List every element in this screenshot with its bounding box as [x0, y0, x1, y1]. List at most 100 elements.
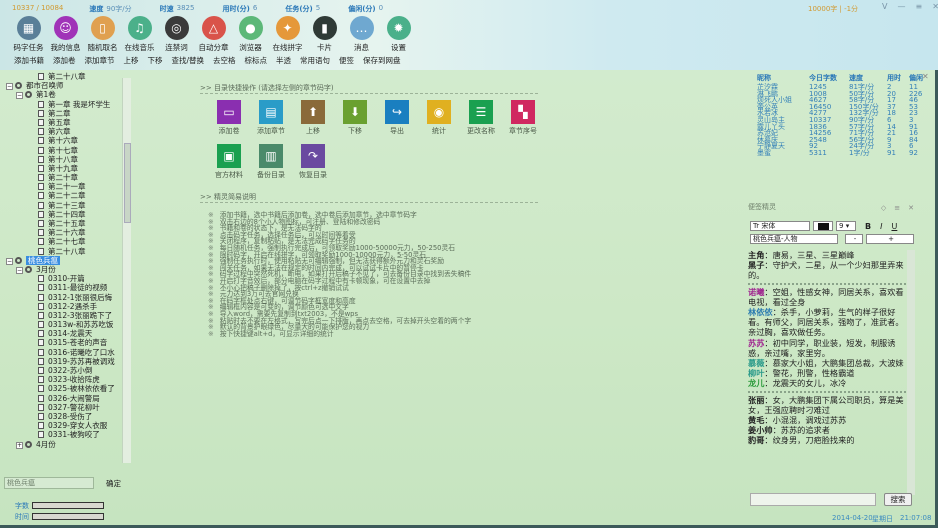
- icon-button-8[interactable]: ✦ 在线拼字: [269, 16, 306, 53]
- expand-toggle-icon[interactable]: −: [6, 257, 13, 265]
- tree-node[interactable]: 0310-开篇: [0, 274, 133, 283]
- menu-icon[interactable]: ≡: [915, 2, 922, 11]
- tree-node[interactable]: − 桃色兵瘟: [0, 255, 133, 265]
- toolbar-button[interactable]: 便签: [339, 55, 354, 66]
- tree-node[interactable]: 第二十八章: [0, 247, 133, 256]
- tree-node[interactable]: 第二章: [0, 109, 133, 118]
- quick-arrow-up[interactable]: ⬆ 上移: [292, 100, 334, 136]
- quick-folder[interactable]: ▭ 添加卷: [208, 100, 250, 136]
- tree-node[interactable]: 第二十四章: [0, 210, 133, 219]
- quick-arrow-down[interactable]: ⬇ 下移: [334, 100, 376, 136]
- tree-node[interactable]: 0331-被狗咬了: [0, 430, 133, 439]
- ok-button[interactable]: 确定: [106, 478, 121, 489]
- tree-node[interactable]: 0311-最徒的视频: [0, 283, 133, 292]
- toolbar-button[interactable]: 半透: [276, 55, 291, 66]
- tree-node[interactable]: 第二十三章: [0, 201, 133, 210]
- tree-node[interactable]: 第十八章: [0, 155, 133, 164]
- tree-node[interactable]: 0312-2遇杀手: [0, 302, 133, 311]
- icon-button-1[interactable]: ▦ 码字任务: [10, 16, 47, 53]
- toolbar-button[interactable]: 添加书籍: [14, 55, 44, 66]
- quick-restore[interactable]: ↷ 恢复目录: [292, 144, 334, 180]
- tree-node[interactable]: 0325-被林依依看了: [0, 384, 133, 393]
- tree-node[interactable]: 第二十章: [0, 173, 133, 182]
- tree-node[interactable]: 第二十六章: [0, 228, 133, 237]
- ranking-row[interactable]: 露儿丫头 1836 57字/分 14 91: [757, 123, 929, 131]
- tree-node[interactable]: 第二十八章: [0, 72, 133, 81]
- tree-node[interactable]: 0327-警花柳叶: [0, 403, 133, 412]
- tree-node[interactable]: 0328-受伤了: [0, 412, 133, 421]
- icon-button-10[interactable]: … 消息: [343, 16, 380, 53]
- icon-button-11[interactable]: ✹ 设置: [380, 16, 417, 53]
- notes-scrollbar[interactable]: [907, 250, 915, 495]
- quick-chrome[interactable]: ◉ 统计: [418, 100, 460, 136]
- icon-button-3[interactable]: ▯ 随机取名: [84, 16, 121, 53]
- tree-node[interactable]: 第一章 我是坏学生: [0, 100, 133, 109]
- close-icon[interactable]: ✕: [922, 72, 929, 81]
- color-picker[interactable]: [813, 221, 833, 231]
- bold-button[interactable]: B: [865, 222, 871, 231]
- minimize-icon[interactable]: —: [897, 2, 905, 11]
- tree-scrollbar[interactable]: [122, 78, 131, 463]
- toolbar-button[interactable]: 常用语句: [300, 55, 330, 66]
- ranking-row[interactable]: 墨蜜 5311 1字/分 91 92: [757, 150, 929, 157]
- ranking-row[interactable]: 烦死人小姐 4627 58字/分 17 46: [757, 97, 929, 104]
- font-select[interactable]: Tr 宋体: [750, 221, 810, 231]
- ranking-row[interactable]: 蕾公英 16450 150字/分 37 53: [757, 103, 929, 111]
- tree-node[interactable]: 第二十七章: [0, 237, 133, 246]
- toolbar-button[interactable]: 添加卷: [53, 55, 76, 66]
- toolbar-button[interactable]: 去空格: [213, 55, 236, 66]
- quick-material[interactable]: ▣ 官方材料: [208, 144, 250, 180]
- note-doc-select[interactable]: 桃色兵瘟-人物: [750, 234, 838, 244]
- expand-toggle-icon[interactable]: +: [16, 441, 23, 449]
- tree-node[interactable]: 第五章: [0, 118, 133, 127]
- tree-node[interactable]: 第二十二章: [0, 191, 133, 200]
- menu-icon[interactable]: ≡: [894, 204, 900, 212]
- toolbar-button[interactable]: 保存到网盘: [363, 55, 401, 66]
- tree-node[interactable]: 0312-1张丽很后悔: [0, 293, 133, 302]
- underline-button[interactable]: U: [891, 222, 897, 231]
- quick-save[interactable]: ▥ 备份目录: [250, 144, 292, 180]
- ranking-row[interactable]: 苏沧妃 14256 71字/分 21 16: [757, 130, 929, 137]
- italic-button[interactable]: I: [880, 222, 882, 231]
- minus-button[interactable]: -: [845, 234, 863, 244]
- tree-node[interactable]: 第十六章: [0, 136, 133, 145]
- quick-grid[interactable]: ▚ 章节序号: [502, 100, 544, 136]
- close-icon[interactable]: ✕: [932, 2, 938, 11]
- tree-node[interactable]: +4月份: [0, 440, 133, 449]
- expand-toggle-icon[interactable]: −: [16, 266, 23, 274]
- icon-button-4[interactable]: ♫ 在线音乐: [121, 16, 158, 53]
- ranking-row[interactable]: 宁静夏天 92 24字/分 3 6: [757, 143, 929, 150]
- tree-node[interactable]: 0323-收拾阵虎: [0, 375, 133, 384]
- icon-button-6[interactable]: △ 自动分章: [195, 16, 232, 53]
- tree-node[interactable]: 第十七章: [0, 146, 133, 155]
- icon-button-5[interactable]: ◎ 连禁词: [158, 16, 195, 53]
- scroll-thumb[interactable]: [124, 143, 131, 223]
- quick-export[interactable]: ↪ 导出: [376, 100, 418, 136]
- plus-button[interactable]: +: [866, 234, 914, 244]
- pin-icon[interactable]: ◇: [881, 204, 886, 212]
- icon-button-7[interactable]: ● 浏览器: [232, 16, 269, 53]
- toolbar-button[interactable]: 下移: [148, 55, 163, 66]
- tree-node[interactable]: − 都市召唤师: [0, 81, 133, 91]
- icon-button-9[interactable]: ▮ 卡片: [306, 16, 343, 53]
- notes-text[interactable]: 主角：唐易，三星、三星巅峰 黑子：守护犬，二星，从一个少妇那里弄来的。 诺曦：空姐，…: [748, 250, 906, 493]
- notes-search-input[interactable]: [750, 493, 876, 506]
- dropdown-icon[interactable]: V: [882, 2, 887, 11]
- icon-button-2[interactable]: ☺ 我的信息: [47, 16, 84, 53]
- quick-rename[interactable]: ☰ 更改名称: [460, 100, 502, 136]
- tree-node[interactable]: 0319-苏苏再被调戏: [0, 357, 133, 366]
- book-tree[interactable]: 第二十八章 − 都市召唤师 − 第1卷 第一章 我是坏学生 第二章 第五章 第六章 第十六章 第十七…: [0, 72, 133, 467]
- tree-node[interactable]: − 3月份: [0, 265, 133, 274]
- tree-node[interactable]: 0326-大闹警局: [0, 394, 133, 403]
- tree-node[interactable]: 0322-苏小倒: [0, 366, 133, 375]
- tree-node[interactable]: 第六章: [0, 127, 133, 136]
- toolbar-button[interactable]: 添加章节: [85, 55, 115, 66]
- tree-node[interactable]: 第二十五章: [0, 219, 133, 228]
- expand-toggle-icon[interactable]: −: [6, 83, 13, 91]
- expand-toggle-icon[interactable]: −: [16, 92, 23, 100]
- toolbar-button[interactable]: 查找/替换: [172, 55, 205, 66]
- toolbar-button[interactable]: 上移: [124, 55, 139, 66]
- tree-node[interactable]: 0313w-和苏苏吃饭: [0, 320, 133, 329]
- quick-document[interactable]: ▤ 添加章节: [250, 100, 292, 136]
- tree-node[interactable]: 0315-苍老的声音: [0, 338, 133, 347]
